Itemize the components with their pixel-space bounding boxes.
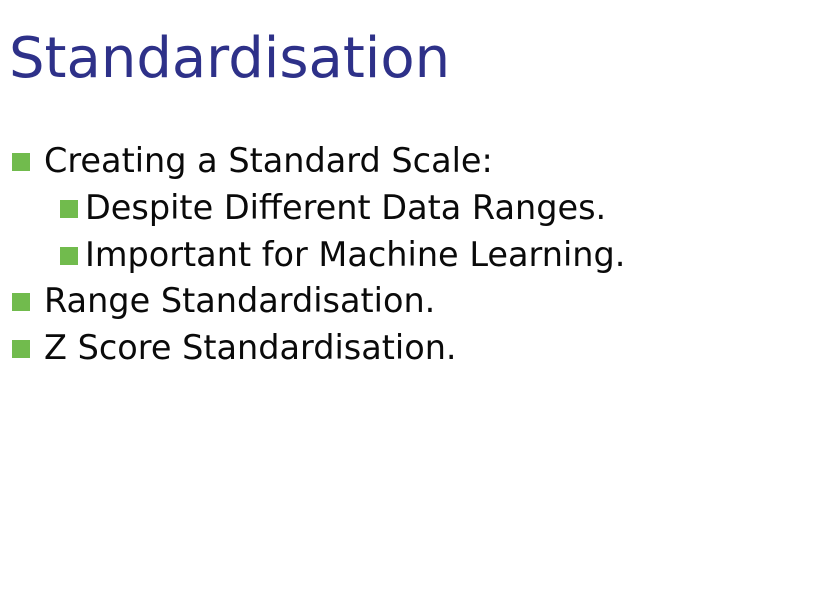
slide: Standardisation Creating a Standard Scal… bbox=[0, 0, 839, 596]
bullet-text: Z Score Standardisation. bbox=[44, 328, 457, 367]
bullet-text: Creating a Standard Scale: bbox=[44, 141, 493, 180]
sub-bullet-text: Despite Different Data Ranges. bbox=[85, 188, 607, 227]
bullet-text: Range Standardisation. bbox=[44, 281, 436, 320]
sub-bullet-text: Important for Machine Learning. bbox=[85, 235, 626, 274]
square-bullet-icon bbox=[12, 293, 30, 311]
slide-title: Standardisation bbox=[9, 26, 451, 91]
square-bullet-icon bbox=[60, 247, 78, 265]
square-bullet-icon bbox=[12, 153, 30, 171]
square-bullet-icon bbox=[60, 200, 78, 218]
square-bullet-icon bbox=[12, 340, 30, 358]
